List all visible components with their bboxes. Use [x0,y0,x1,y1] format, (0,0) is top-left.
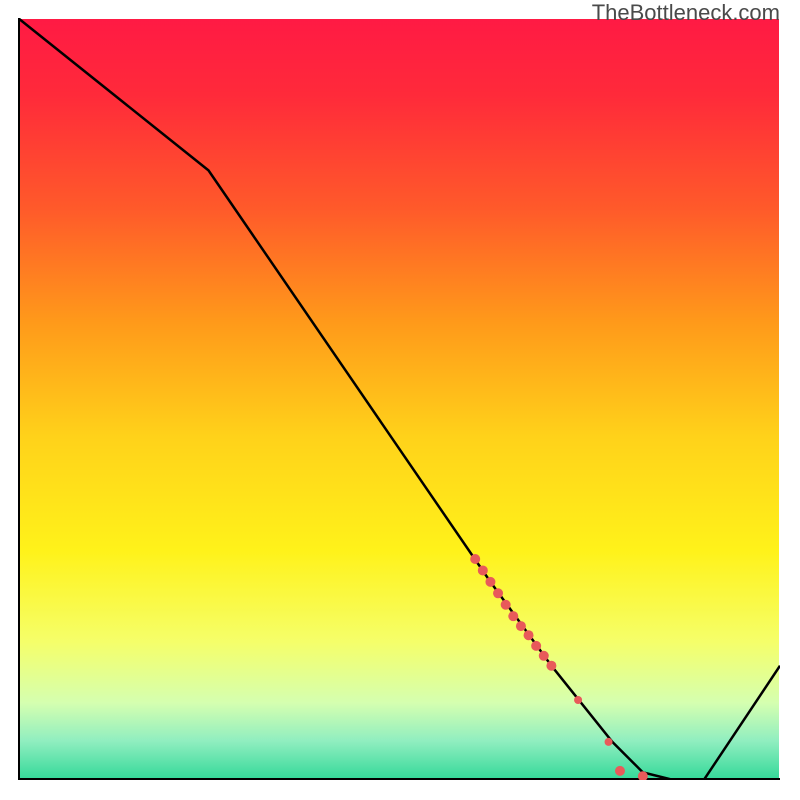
scatter-point [493,588,503,598]
scatter-point [478,565,488,575]
plot-area [18,18,780,780]
scatter-point [470,554,480,564]
gradient-rect [19,19,779,779]
scatter-point [539,651,549,661]
watermark-text: TheBottleneck.com [592,0,780,26]
scatter-point [508,611,518,621]
scatter-point [531,641,541,651]
chart-svg [18,18,780,780]
scatter-point [524,630,534,640]
scatter-point [516,621,526,631]
scatter-point [485,577,495,587]
scatter-point [615,766,625,776]
chart-container: TheBottleneck.com [0,0,800,800]
scatter-point [546,661,556,671]
scatter-point [605,738,613,746]
scatter-point [501,600,511,610]
scatter-point [574,696,582,704]
